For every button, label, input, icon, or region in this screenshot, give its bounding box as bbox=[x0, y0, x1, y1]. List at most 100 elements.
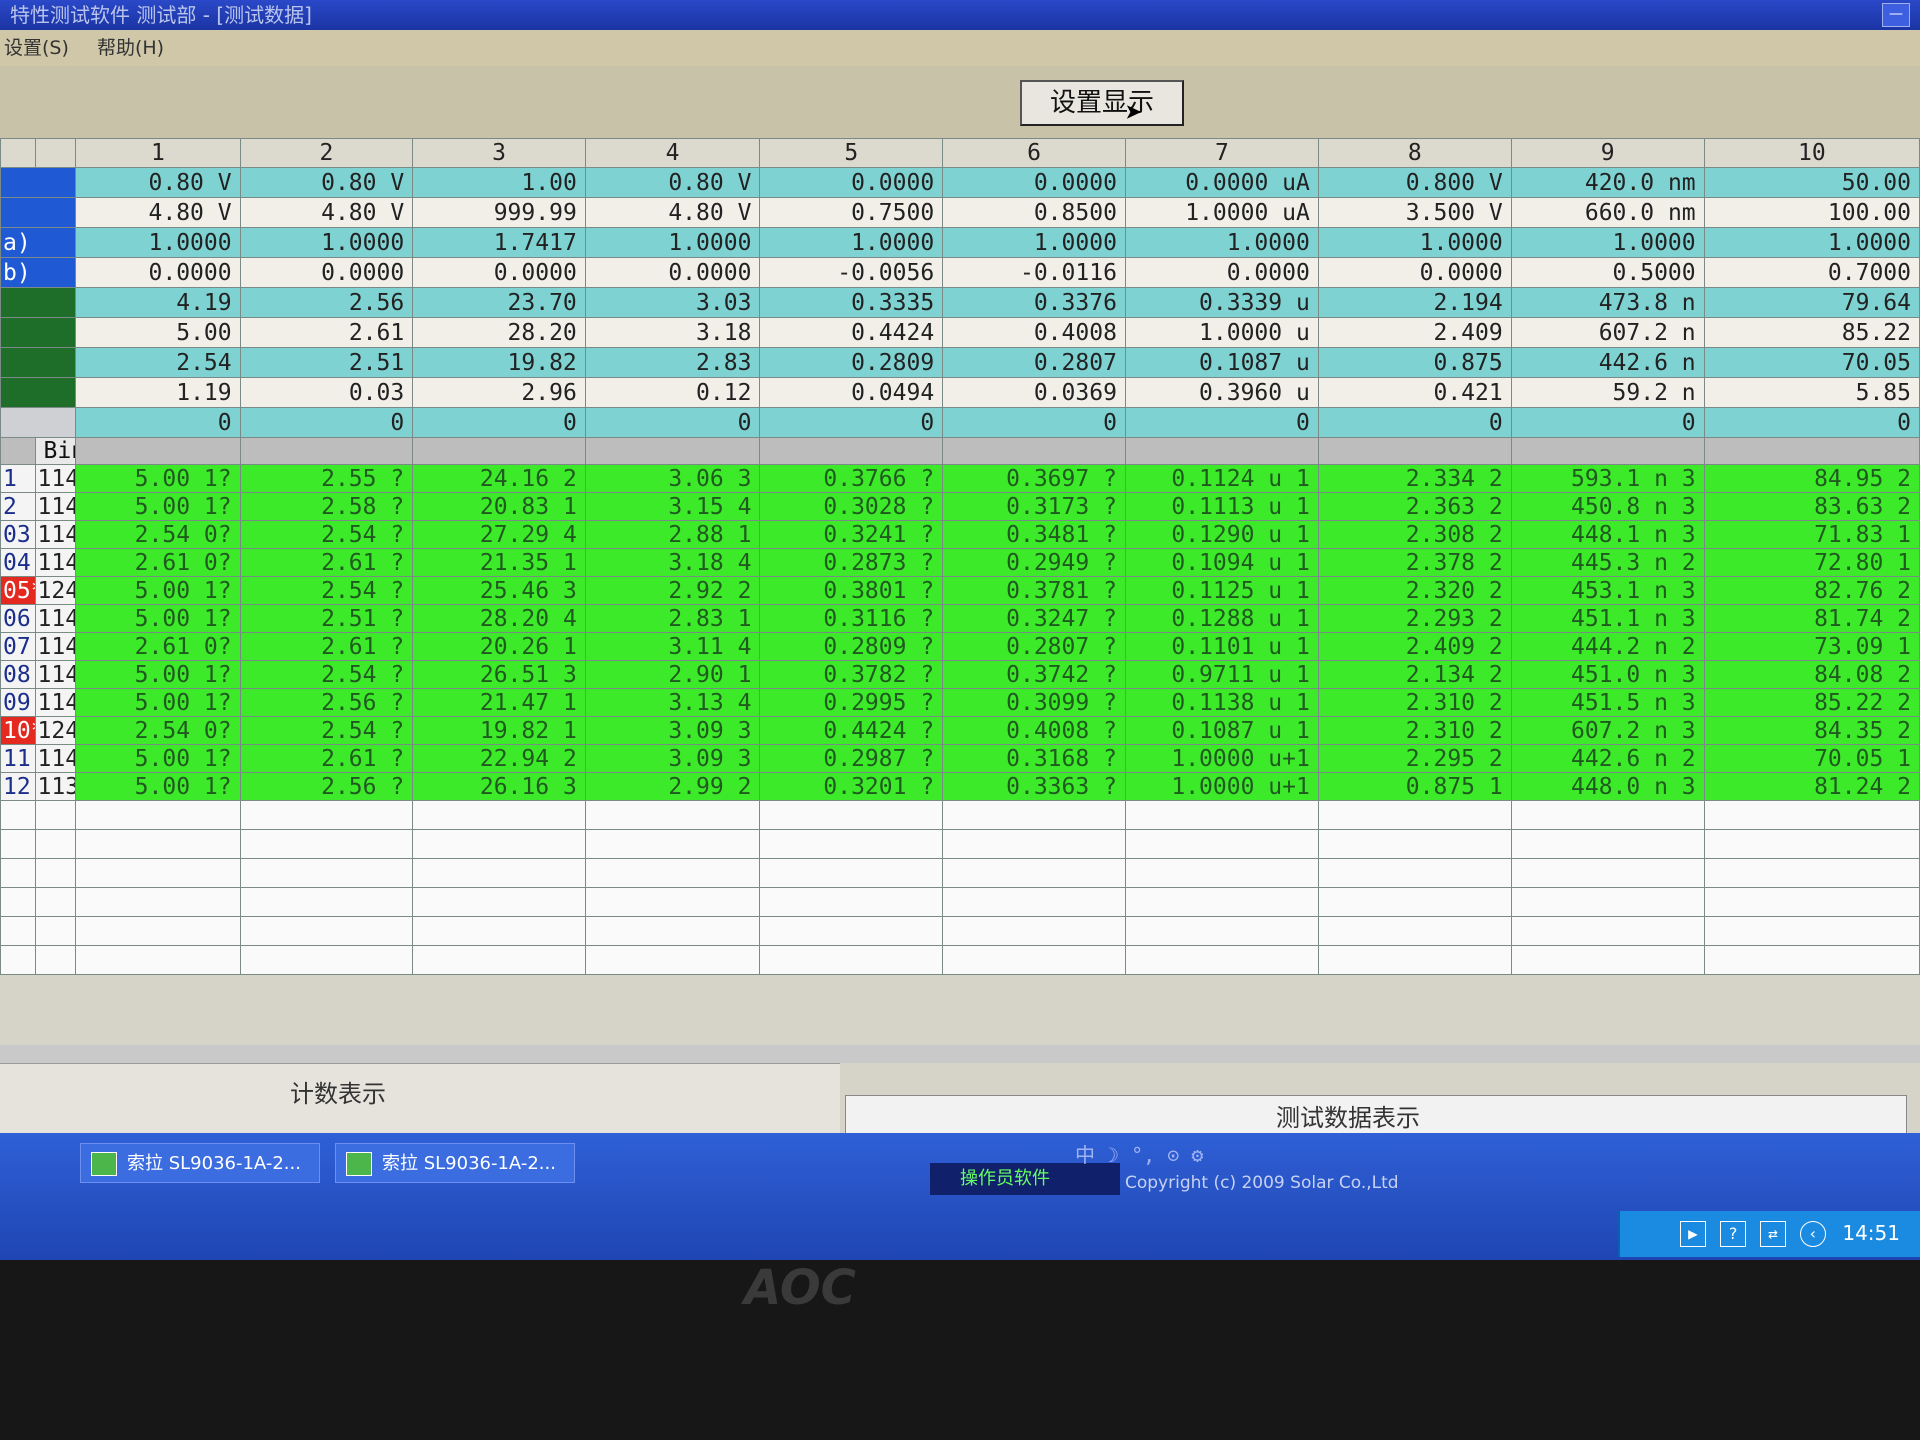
row-index[interactable]: 03 bbox=[0, 520, 36, 549]
column-header[interactable]: 7 bbox=[1124, 138, 1319, 168]
data-cell[interactable]: 593.1 n 3 bbox=[1510, 464, 1705, 493]
column-header[interactable]: 1 bbox=[75, 138, 241, 168]
data-cell[interactable]: 5.00 1? bbox=[75, 604, 241, 633]
stat-cell[interactable]: 0 bbox=[759, 407, 944, 438]
data-cell[interactable]: 0.2995 ? bbox=[759, 688, 944, 717]
data-cell[interactable]: 2.61 0? bbox=[75, 548, 241, 577]
taskbar-item-2[interactable]: 索拉 SL9036-1A-2... bbox=[335, 1143, 575, 1183]
data-cell[interactable]: 3.09 3 bbox=[584, 744, 761, 773]
stat-cell[interactable]: 2.409 bbox=[1317, 317, 1512, 348]
table-row[interactable]: 05*1245.00 1?2.54 ?25.46 32.92 20.3801 ?… bbox=[0, 576, 1920, 605]
data-cell[interactable]: 451.1 n 3 bbox=[1510, 604, 1705, 633]
param-cell[interactable]: 1.0000 bbox=[1510, 227, 1705, 258]
data-cell[interactable]: 72.80 1 bbox=[1703, 548, 1920, 577]
data-cell[interactable]: 444.2 n 2 bbox=[1510, 632, 1705, 661]
data-cell[interactable]: 2.61 ? bbox=[239, 632, 414, 661]
param-cell[interactable]: 0.80 V bbox=[75, 167, 241, 198]
data-cell[interactable]: 2.334 2 bbox=[1317, 464, 1512, 493]
data-cell[interactable]: 81.24 2 bbox=[1703, 772, 1920, 801]
data-cell[interactable]: 2.58 ? bbox=[239, 492, 414, 521]
row-index[interactable]: 06 bbox=[0, 604, 36, 633]
row-index[interactable]: 1 bbox=[0, 464, 36, 493]
data-cell[interactable]: 0.3363 ? bbox=[942, 772, 1126, 801]
data-cell[interactable]: 451.5 n 3 bbox=[1510, 688, 1705, 717]
param-cell[interactable]: 1.0000 bbox=[75, 227, 241, 258]
data-cell[interactable]: 2.55 ? bbox=[239, 464, 414, 493]
data-cell[interactable]: 22.94 2 bbox=[412, 744, 586, 773]
stat-cell[interactable]: 1.0000 u bbox=[1124, 317, 1319, 348]
data-cell[interactable]: 2.363 2 bbox=[1317, 492, 1512, 521]
param-cell[interactable]: 0.0000 bbox=[75, 257, 241, 288]
network-icon[interactable]: ⇄ bbox=[1760, 1221, 1786, 1247]
data-cell[interactable]: 0.3099 ? bbox=[942, 688, 1126, 717]
stat-cell[interactable]: 0 bbox=[1317, 407, 1512, 438]
menu-settings[interactable]: 设置(S) bbox=[4, 30, 69, 66]
data-cell[interactable]: 0.2987 ? bbox=[759, 744, 944, 773]
data-cell[interactable]: 0.3168 ? bbox=[942, 744, 1126, 773]
help-icon[interactable]: ? bbox=[1720, 1221, 1746, 1247]
data-cell[interactable]: 0.9711 u 1 bbox=[1124, 660, 1319, 689]
data-cell[interactable]: 2.92 2 bbox=[584, 576, 761, 605]
stat-cell[interactable]: 473.8 n bbox=[1510, 287, 1705, 318]
data-cell[interactable]: 450.8 n 3 bbox=[1510, 492, 1705, 521]
data-cell[interactable]: 0.3247 ? bbox=[942, 604, 1126, 633]
data-cell[interactable]: 448.0 n 3 bbox=[1510, 772, 1705, 801]
data-cell[interactable]: 0.1101 u 1 bbox=[1124, 632, 1319, 661]
stat-cell[interactable]: 0.421 bbox=[1317, 377, 1512, 408]
data-cell[interactable]: 0.3782 ? bbox=[759, 660, 944, 689]
stat-cell[interactable]: 0 bbox=[1124, 407, 1319, 438]
table-row[interactable]: 10*1242.54 0?2.54 ?19.82 13.09 30.4424 ?… bbox=[0, 716, 1920, 745]
param-cell[interactable]: 50.00 bbox=[1703, 167, 1920, 198]
data-cell[interactable]: 453.1 n 3 bbox=[1510, 576, 1705, 605]
row-index[interactable]: 07 bbox=[0, 632, 36, 661]
param-cell[interactable]: 3.500 V bbox=[1317, 197, 1512, 228]
stat-cell[interactable]: 442.6 n bbox=[1510, 347, 1705, 378]
stat-cell[interactable]: 0 bbox=[1703, 407, 1920, 438]
data-cell[interactable]: 0.1290 u 1 bbox=[1124, 520, 1319, 549]
data-cell[interactable]: 2.99 2 bbox=[584, 772, 761, 801]
param-cell[interactable]: 0.0000 bbox=[412, 257, 586, 288]
stat-cell[interactable]: 2.194 bbox=[1317, 287, 1512, 318]
param-cell[interactable]: 0.800 V bbox=[1317, 167, 1512, 198]
param-cell[interactable]: 0.80 V bbox=[239, 167, 414, 198]
data-cell[interactable]: 445.3 n 2 bbox=[1510, 548, 1705, 577]
param-cell[interactable]: 0.0000 bbox=[1124, 257, 1319, 288]
param-cell[interactable]: 0.0000 uA bbox=[1124, 167, 1319, 198]
param-cell[interactable]: 0.7000 bbox=[1703, 257, 1920, 288]
column-header[interactable]: 9 bbox=[1510, 138, 1705, 168]
data-cell[interactable]: 2.90 1 bbox=[584, 660, 761, 689]
stat-cell[interactable]: 59.2 n bbox=[1510, 377, 1705, 408]
stat-cell[interactable]: 70.05 bbox=[1703, 347, 1920, 378]
stat-cell[interactable]: 3.18 bbox=[584, 317, 761, 348]
stat-cell[interactable]: 4.19 bbox=[75, 287, 241, 318]
data-cell[interactable]: 0.2809 ? bbox=[759, 632, 944, 661]
data-cell[interactable]: 0.3742 ? bbox=[942, 660, 1126, 689]
data-cell[interactable]: 2.54 0? bbox=[75, 520, 241, 549]
data-cell[interactable]: 2.54 ? bbox=[239, 576, 414, 605]
data-cell[interactable]: 85.22 2 bbox=[1703, 688, 1920, 717]
data-cell[interactable]: 0.2807 ? bbox=[942, 632, 1126, 661]
data-cell[interactable]: 3.15 4 bbox=[584, 492, 761, 521]
data-cell[interactable]: 20.83 1 bbox=[412, 492, 586, 521]
data-cell[interactable]: 2.61 ? bbox=[239, 548, 414, 577]
data-cell[interactable]: 26.51 3 bbox=[412, 660, 586, 689]
ime-toolbar-icons[interactable]: 中 ☽ °, ⊙ ⚙ bbox=[1075, 1139, 1203, 1168]
param-cell[interactable]: 100.00 bbox=[1703, 197, 1920, 228]
param-cell[interactable]: 1.0000 bbox=[1703, 227, 1920, 258]
data-cell[interactable]: 1.0000 u+1 bbox=[1124, 744, 1319, 773]
table-row[interactable]: 1 114 5.00 1? 2.55 ? 24.16 2 3.06 3 0.3766 ? 0.… bbox=[0, 464, 1920, 493]
data-cell[interactable]: 2.378 2 bbox=[1317, 548, 1512, 577]
data-cell[interactable]: 5.00 1? bbox=[75, 772, 241, 801]
data-cell[interactable]: 2.61 0? bbox=[75, 632, 241, 661]
data-cell[interactable]: 3.11 4 bbox=[584, 632, 761, 661]
stat-cell[interactable]: 5.85 bbox=[1703, 377, 1920, 408]
param-cell[interactable]: 1.0000 bbox=[1317, 227, 1512, 258]
data-cell[interactable]: 0.2949 ? bbox=[942, 548, 1126, 577]
data-cell[interactable]: 0.4424 ? bbox=[759, 716, 944, 745]
param-cell[interactable]: 999.99 bbox=[412, 197, 586, 228]
table-row[interactable]: 08 114 5.00 1? 2.54 ? 26.51 3 2.90 1 0.3782 ? 0… bbox=[0, 660, 1920, 689]
table-row[interactable]: 12 113 5.00 1? 2.56 ? 26.16 3 2.99 2 0.3201 ? 0… bbox=[0, 772, 1920, 801]
data-cell[interactable]: 2.310 2 bbox=[1317, 688, 1512, 717]
stat-cell[interactable]: 28.20 bbox=[412, 317, 586, 348]
stat-cell[interactable]: 1.19 bbox=[75, 377, 241, 408]
